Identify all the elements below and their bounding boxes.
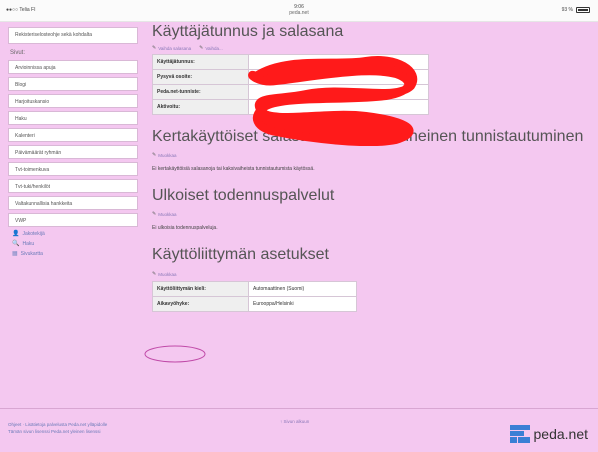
- circle-annotation: [144, 345, 206, 363]
- credentials-actions: ✎ Vaihda salasana ✎ Vaihda...: [152, 45, 588, 51]
- sidebar-link-search[interactable]: 🔍 Haku: [12, 240, 138, 248]
- pencil-icon: ✎: [152, 271, 157, 277]
- sidebar-item[interactable]: Tvt-tuki/henkilöt: [8, 179, 138, 193]
- row-value: [248, 84, 429, 100]
- table-row: Pysyvä osoite:: [152, 69, 429, 85]
- grid-icon: ▦: [12, 251, 18, 257]
- footer: Ohjeet · Lisätietoja palvelusta Peda.net…: [0, 408, 598, 452]
- sidebar-link-sitemap[interactable]: ▦ Sivukartta: [12, 250, 138, 258]
- row-key: Pysyvä osoite:: [152, 69, 249, 85]
- sidebar-item[interactable]: Harjoituskansio: [8, 94, 138, 108]
- edit-label: Muokkaa: [158, 211, 177, 217]
- row-value: [248, 54, 429, 70]
- section-title-ui-settings: Käyttöliittymän asetukset: [152, 246, 329, 263]
- pencil-icon: ✎: [152, 45, 157, 51]
- external-auth-actions: ✎ Muokkaa: [152, 211, 588, 217]
- battery-icon: [576, 7, 590, 13]
- pencil-icon: ✎: [152, 211, 157, 217]
- brand-name: peda.net: [533, 426, 589, 442]
- user-icon: 👤: [12, 231, 20, 237]
- main-content: Käyttäjätunnus ja salasana ✎ Vaihda sala…: [152, 22, 588, 312]
- pencil-icon: ✎: [199, 45, 204, 51]
- sidebar-link-label: Haku: [22, 240, 35, 247]
- sidebar-item[interactable]: Valtakunnallisia hankkeita: [8, 196, 138, 210]
- peda-logo-icon: [509, 425, 530, 443]
- sidebar-item[interactable]: Arvioinnissa apuja: [8, 60, 138, 74]
- sidebar-link-label: Jakotekijä: [22, 230, 45, 237]
- row-key: Peda.net-tunniste:: [152, 84, 249, 100]
- sidebar-item[interactable]: Tvt-toimenkuva: [8, 162, 138, 176]
- row-value: Automaattinen (Suomi): [248, 281, 357, 297]
- row-key: Aktivoitu:: [152, 99, 249, 115]
- table-row: Peda.net-tunniste:: [152, 84, 429, 100]
- row-value: Eurooppa/Helsinki: [248, 296, 357, 312]
- sidebar-item[interactable]: Haku: [8, 111, 138, 125]
- change-other-link[interactable]: ✎ Vaihda...: [199, 45, 223, 51]
- sidebar-notice[interactable]: Rekisteriselosteohje sekä kohdalta: [8, 27, 138, 44]
- ui-settings-edit-link[interactable]: ✎ Muokkaa: [152, 271, 176, 277]
- brand-logo[interactable]: peda.net: [509, 425, 589, 443]
- back-to-top-link[interactable]: ↑ Sivun alkuun: [280, 419, 309, 424]
- search-icon: 🔍: [12, 241, 20, 247]
- pencil-icon: ✎: [152, 152, 157, 158]
- sidebar-item[interactable]: Blogi: [8, 77, 138, 91]
- logo-bar: [517, 437, 530, 443]
- footer-line[interactable]: Tämän sivun lisenssi Peda.net yleinen li…: [8, 428, 107, 435]
- row-value: [248, 99, 429, 115]
- battery-label: 93 %: [561, 7, 573, 13]
- status-center: 9:06 peda.net: [0, 4, 598, 16]
- ui-settings-actions: ✎ Muokkaa: [152, 271, 588, 277]
- sidebar-link-user[interactable]: 👤 Jakotekijä: [12, 230, 138, 238]
- battery-status: 93 %: [562, 7, 590, 13]
- change-password-link[interactable]: ✎ Vaihda salasana: [152, 45, 191, 51]
- otp-text: Ei kertakäyttöisiä salasanoja tai kaksiv…: [152, 166, 315, 172]
- table-row: Käyttöliittymän kieli: Automaattinen (Su…: [152, 281, 357, 297]
- row-key: Käyttöliittymän kieli:: [152, 281, 249, 297]
- table-row: Aktivoitu:: [152, 99, 429, 115]
- sidebar: Rekisteriselosteohje sekä kohdalta Sivut…: [8, 27, 138, 260]
- sidebar-item[interactable]: Päivämäärät ryhmän: [8, 145, 138, 159]
- section-title-credentials: Käyttäjätunnus ja salasana: [152, 23, 344, 40]
- otp-actions: ✎ Muokkaa: [152, 152, 588, 158]
- ui-settings-table: Käyttöliittymän kieli: Automaattinen (Su…: [152, 281, 357, 312]
- edit-label: Muokkaa: [158, 271, 177, 277]
- sidebar-item[interactable]: Kalenteri: [8, 128, 138, 142]
- footer-links: Ohjeet · Lisätietoja palvelusta Peda.net…: [8, 421, 107, 435]
- otp-edit-link[interactable]: ✎ Muokkaa: [152, 152, 176, 158]
- edit-label: Muokkaa: [158, 152, 177, 158]
- external-auth-edit-link[interactable]: ✎ Muokkaa: [152, 211, 176, 217]
- table-row: Aikavyöhyke: Eurooppa/Helsinki: [152, 296, 357, 312]
- url-label[interactable]: peda.net: [0, 10, 598, 16]
- logo-bar: [509, 431, 524, 436]
- pages-heading: Sivut:: [10, 50, 26, 56]
- credentials-table: Käyttäjätunnus: Pysyvä osoite: Peda.net-…: [152, 54, 429, 115]
- logo-bar: [509, 437, 517, 443]
- change-password-label: Vaihda salasana: [158, 45, 192, 51]
- status-bar: ●●○○ Telia FI 9:06 peda.net 93 %: [0, 0, 598, 22]
- external-auth-text: Ei ulkoisia todennuspalveluja.: [152, 225, 218, 231]
- footer-line[interactable]: Ohjeet · Lisätietoja palvelusta Peda.net…: [8, 421, 107, 428]
- row-key: Aikavyöhyke:: [152, 296, 249, 312]
- section-title-external-auth: Ulkoiset todennuspalvelut: [152, 187, 335, 204]
- logo-bar: [509, 425, 530, 430]
- row-value: [248, 69, 429, 85]
- sidebar-link-label: Sivukartta: [20, 250, 43, 257]
- sidebar-item[interactable]: VWP: [8, 213, 138, 227]
- section-title-otp: Kertakäyttöiset salasanat ja kaksivaihei…: [152, 128, 584, 145]
- annotation-stroke: [144, 345, 206, 363]
- row-key: Käyttäjätunnus:: [152, 54, 249, 70]
- table-row: Käyttäjätunnus:: [152, 54, 429, 70]
- change-other-label: Vaihda...: [205, 45, 223, 51]
